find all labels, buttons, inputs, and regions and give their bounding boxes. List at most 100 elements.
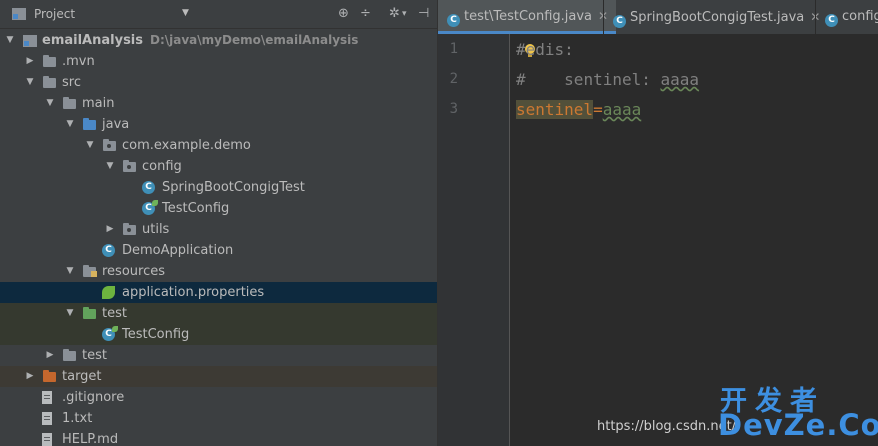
spring-properties-icon <box>102 286 115 299</box>
project-view-title[interactable]: Project <box>34 7 75 21</box>
collapse-arrow-icon[interactable]: ▼ <box>64 303 76 324</box>
tab-separator <box>603 0 604 34</box>
module-path: D:\java\myDemo\emailAnalysis <box>150 33 359 47</box>
gear-dropdown-icon[interactable]: ▾ <box>402 6 407 22</box>
tree-row[interactable]: ▼ config <box>0 156 437 177</box>
tree-row[interactable]: C TestConfig <box>0 198 437 219</box>
tree-row[interactable]: 1.txt <box>0 408 437 429</box>
tree-label: src <box>62 75 81 90</box>
module-icon <box>23 35 37 47</box>
gear-icon[interactable]: ✲ <box>389 6 400 22</box>
line-number: 1 <box>449 41 458 57</box>
tree-label: HELP.md <box>62 432 119 446</box>
project-panel: Project ▼ ⊕ ÷ ✲ ▾ ⊣ ▼ emailAnalysis D:\jav… <box>0 0 437 446</box>
folder-icon <box>43 55 56 67</box>
folder-icon <box>43 76 56 88</box>
line-number: 3 <box>449 101 458 117</box>
comment-marker: # <box>516 40 526 59</box>
folder-icon <box>63 349 76 361</box>
expand-arrow-icon[interactable]: ▶ <box>104 219 116 240</box>
collapse-arrow-icon[interactable]: ▼ <box>64 114 76 135</box>
source-folder-icon <box>83 118 96 130</box>
tab-label: config\ <box>842 9 878 24</box>
watermark-url: https://blog.csdn.net/ <box>597 419 737 434</box>
comment-text: sentinel: aaaa <box>525 70 700 89</box>
expand-arrow-icon[interactable]: ▶ <box>44 345 56 366</box>
tree-row[interactable]: ▶ test <box>0 345 437 366</box>
tree-row[interactable]: ▶ .mvn <box>0 51 437 72</box>
tree-row[interactable]: application.properties <box>0 282 437 303</box>
comment-value: aaaa <box>660 70 700 89</box>
tree-label: emailAnalysis D:\java\myDemo\emailAnalysi… <box>42 33 359 48</box>
tree-label: resources <box>102 264 166 279</box>
editor-tab-bar: Ctest\TestConfig.java✕CSpringBootCongigT… <box>438 0 878 34</box>
class-icon: C <box>447 14 460 27</box>
tree-label: TestConfig <box>122 327 190 342</box>
tree-row[interactable]: ▼ resources <box>0 261 437 282</box>
collapse-arrow-icon[interactable]: ▼ <box>44 93 56 114</box>
hide-icon[interactable]: ⊣ <box>418 6 429 22</box>
file-icon <box>42 433 52 446</box>
editor-tab[interactable]: Ctest\TestConfig.java✕ <box>438 0 617 34</box>
collapse-arrow-icon[interactable]: ▼ <box>64 261 76 282</box>
editor-tab[interactable]: CSpringBootCongigTest.java✕ <box>604 0 828 34</box>
excluded-folder-icon <box>43 370 56 382</box>
class-icon: C <box>613 15 626 28</box>
tree-label: utils <box>142 222 170 237</box>
collapse-arrow-icon[interactable]: ▼ <box>84 135 96 156</box>
tree-row[interactable]: ▼ java <box>0 114 437 135</box>
tree-row[interactable]: .gitignore <box>0 387 437 408</box>
tree-row[interactable]: ▼ src <box>0 72 437 93</box>
collapse-icon[interactable]: ÷ <box>360 6 371 22</box>
file-icon <box>42 391 52 404</box>
tree-label: config <box>142 159 182 174</box>
class-icon: C <box>102 326 118 341</box>
tree-row[interactable]: ▼ emailAnalysis D:\java\myDemo\emailAnalys… <box>0 30 437 51</box>
collapse-arrow-icon[interactable]: ▼ <box>24 72 36 93</box>
folder-icon <box>63 97 76 109</box>
class-icon: C <box>142 200 158 215</box>
project-panel-header: Project ▼ ⊕ ÷ ✲ ▾ ⊣ <box>0 0 437 29</box>
resources-folder-icon <box>83 265 97 277</box>
watermark-logo-en: DevZe.CoM <box>718 408 878 442</box>
tree-label: test <box>102 306 127 321</box>
comment-marker: # <box>516 70 526 89</box>
tree-row[interactable]: ▶ target <box>0 366 437 387</box>
tree-label: target <box>62 369 102 384</box>
globe-icon[interactable]: ⊕ <box>338 6 349 22</box>
view-dropdown-icon[interactable]: ▼ <box>182 8 189 18</box>
tab-label: SpringBootCongigTest.java <box>630 10 805 25</box>
tree-row[interactable]: HELP.md <box>0 429 437 446</box>
tree-label: main <box>82 96 115 111</box>
package-icon <box>123 223 136 235</box>
collapse-arrow-icon[interactable]: ▼ <box>4 30 16 51</box>
tree-row[interactable]: ▼ com.example.demo <box>0 135 437 156</box>
property-key: sentinel <box>516 100 594 119</box>
property-separator: = <box>593 100 603 119</box>
tree-label: com.example.demo <box>122 138 251 153</box>
tree-row[interactable]: C SpringBootCongigTest <box>0 177 437 198</box>
editor-tab[interactable]: Cconfig\ <box>816 0 878 34</box>
tree-row[interactable]: ▼ test <box>0 303 437 324</box>
spring-class-icon: C <box>102 244 115 257</box>
comment-text: edis: <box>525 40 574 59</box>
tree-row[interactable]: ▶ utils <box>0 219 437 240</box>
tree-row[interactable]: ▼ main <box>0 93 437 114</box>
line-number: 2 <box>449 71 458 87</box>
class-icon: C <box>142 181 155 194</box>
code-line[interactable]: # sentinel: aaaa <box>516 70 699 89</box>
expand-arrow-icon[interactable]: ▶ <box>24 51 36 72</box>
class-icon: C <box>825 14 838 27</box>
tree-label: DemoApplication <box>122 243 234 258</box>
test-folder-icon <box>83 307 96 319</box>
tab-label: test\TestConfig.java <box>464 9 593 24</box>
tree-label: java <box>102 117 130 132</box>
tree-row[interactable]: C DemoApplication <box>0 240 437 261</box>
expand-arrow-icon[interactable]: ▶ <box>24 366 36 387</box>
collapse-arrow-icon[interactable]: ▼ <box>104 156 116 177</box>
project-view-icon <box>12 8 26 20</box>
code-line[interactable]: sentinel=aaaa <box>516 100 641 119</box>
line-gutter: 1 2 3 <box>438 34 510 446</box>
tree-row[interactable]: C TestConfig <box>0 324 437 345</box>
code-line[interactable]: #edis: <box>516 40 574 59</box>
